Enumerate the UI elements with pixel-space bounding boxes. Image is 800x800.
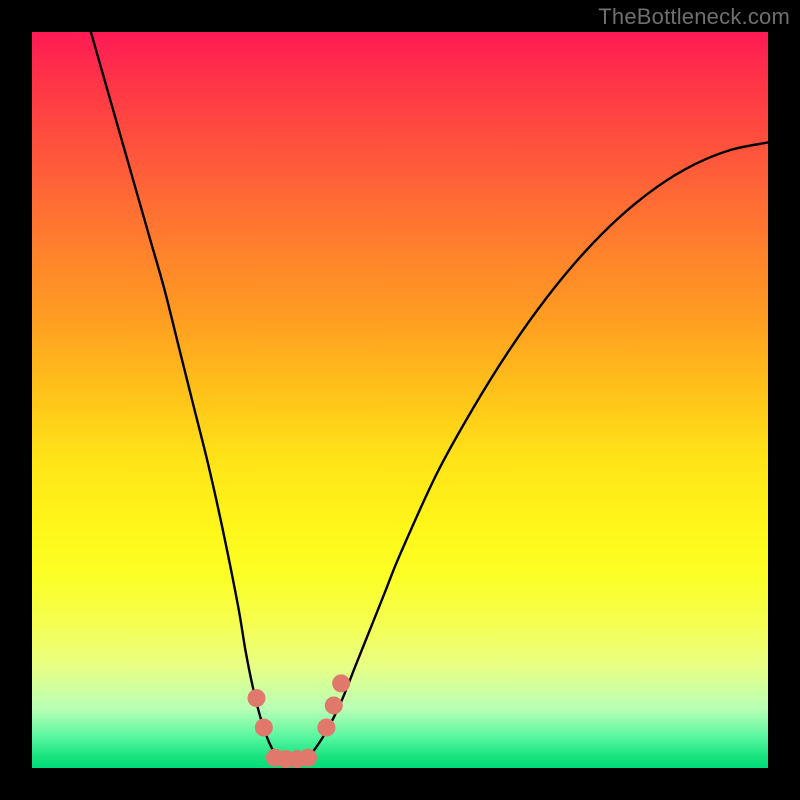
marker-dot: [247, 689, 265, 707]
bottleneck-curve: [91, 32, 768, 761]
plot-area: [32, 32, 768, 768]
watermark-text: TheBottleneck.com: [598, 4, 790, 30]
curve-layer: [32, 32, 768, 768]
marker-dot: [325, 696, 343, 714]
marker-dot: [332, 674, 350, 692]
highlight-markers: [247, 674, 350, 768]
marker-dot: [299, 749, 317, 767]
chart-frame: TheBottleneck.com: [0, 0, 800, 800]
marker-dot: [255, 719, 273, 737]
marker-dot: [317, 719, 335, 737]
